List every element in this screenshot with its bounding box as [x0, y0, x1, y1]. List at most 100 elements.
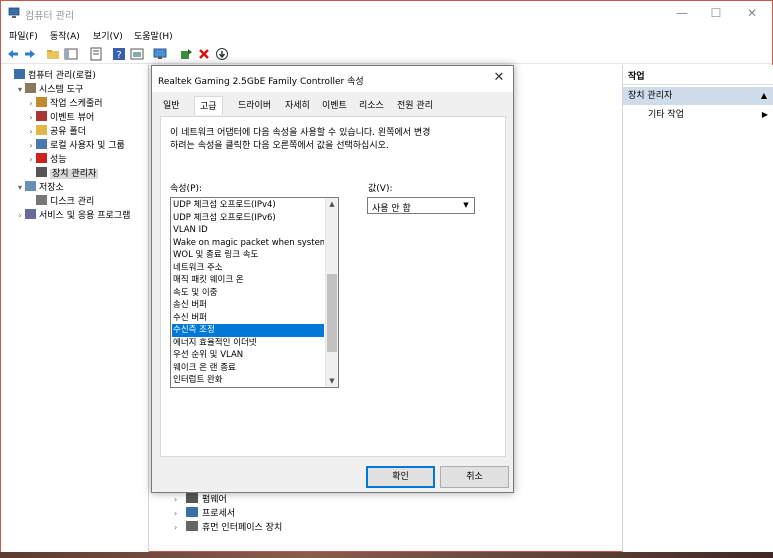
expand-down-icon[interactable]: ▾ [15, 181, 25, 194]
tree-item[interactable]: › 이벤트 뷰어 [26, 111, 94, 124]
property-list-item[interactable]: 우선 순위 및 VLAN [172, 349, 324, 362]
expand-right-icon[interactable]: › [26, 153, 36, 166]
tree-item-label: 이벤트 뷰어 [50, 113, 95, 123]
expand-right-icon[interactable]: › [26, 139, 36, 152]
advanced-description: 이 네트워크 어댑터에 다음 속성을 사용할 수 있습니다. 왼쪽에서 변경 하… [170, 127, 500, 153]
expand-right-icon[interactable]: › [15, 209, 25, 222]
tab-power-management[interactable]: 전원 관리 [392, 98, 438, 115]
property-list-item[interactable]: 매직 패킷 웨이크 온 [172, 274, 324, 287]
collapse-up-icon[interactable]: ▲ [761, 87, 767, 105]
value-dropdown[interactable]: 사용 안 함 ▼ [367, 197, 475, 214]
property-list-item[interactable]: VLAN ID [172, 224, 324, 237]
expand-right-icon[interactable]: › [174, 493, 186, 507]
tab-driver[interactable]: 드라이버 [233, 98, 276, 115]
storage-icon [25, 181, 36, 191]
tree-item[interactable]: ▾ 시스템 도구 [15, 83, 83, 96]
property-list-item[interactable]: WOL 및 종료 링크 속도 [172, 249, 324, 262]
expand-right-icon[interactable]: › [26, 125, 36, 138]
properties-dialog: Realtek Gaming 2.5GbE Family Controller … [151, 65, 514, 493]
tree-item[interactable]: › 성능 [26, 153, 67, 166]
property-list-item[interactable]: 속도 및 이중 [172, 287, 324, 300]
more-actions-item[interactable]: 기타 작업 ▶ [648, 107, 768, 123]
property-list-item[interactable]: UDP 체크섬 오프로드(IPv4) [172, 199, 324, 212]
submenu-arrow-icon: ▶ [761, 110, 768, 119]
tree-item-label: 로컬 사용자 및 그룹 [50, 141, 125, 151]
tree-item[interactable]: 디스크 관리 [26, 195, 94, 208]
computer-icon [14, 69, 25, 79]
actions-section-device-manager[interactable]: 장치 관리자 ▲ [623, 87, 773, 105]
property-list-item[interactable]: 웨이크 온 랜 종료 [172, 362, 324, 375]
expand-right-icon[interactable]: › [26, 111, 36, 124]
tree-item-label: 시스템 도구 [39, 85, 84, 95]
tree-item[interactable]: › 공유 폴더 [26, 125, 86, 138]
advanced-tab-panel: 이 네트워크 어댑터에 다음 속성을 사용할 수 있습니다. 왼쪽에서 변경 하… [160, 116, 506, 457]
property-list-item[interactable]: 송신 버퍼 [172, 299, 324, 312]
show-hide-tree-icon[interactable] [64, 47, 78, 61]
menu-help[interactable]: 도움말(H) [134, 29, 173, 42]
menu-bar: 파일(F) 동작(A) 보기(V) 도움말(H) [1, 27, 772, 43]
tree-item[interactable]: 장치 관리자 [26, 167, 99, 180]
tree-item[interactable]: ▾ 저장소 [15, 181, 64, 194]
device-category-row[interactable]: › 휴먼 인터페이스 장치 [174, 521, 282, 535]
device-category-label: 펌웨어 [202, 495, 227, 505]
event-icon [36, 111, 47, 121]
tree-item[interactable]: 컴퓨터 관리(로컬) [4, 69, 96, 82]
up-folder-icon[interactable] [46, 47, 60, 61]
tree-item-label: 디스크 관리 [50, 197, 95, 207]
expand-right-icon[interactable]: › [26, 97, 36, 110]
tree-item[interactable]: › 서비스 및 응용 프로그램 [15, 209, 130, 222]
actions-section-label: 장치 관리자 [628, 91, 673, 101]
properties-icon[interactable] [89, 47, 103, 61]
cancel-button[interactable]: 취소 [440, 466, 509, 488]
expand-right-icon[interactable]: › [174, 507, 186, 521]
menu-file[interactable]: 파일(F) [9, 29, 38, 42]
help-icon[interactable]: ? [112, 47, 126, 61]
property-list-item[interactable]: 네트워크 주소 [172, 262, 324, 275]
actions-pane: 작업 장치 관리자 ▲ 기타 작업 ▶ [622, 65, 773, 553]
tab-events[interactable]: 이벤트 [317, 98, 352, 115]
device-category-row[interactable]: › 펌웨어 [174, 493, 227, 507]
tree-item-label: 장치 관리자 [50, 169, 99, 179]
expand-down-icon[interactable]: ▾ [15, 83, 25, 96]
tree-item[interactable]: › 작업 스케줄러 [26, 97, 103, 110]
ok-button[interactable]: 확인 [366, 466, 435, 488]
property-list-item[interactable]: 수신측 조정 [172, 324, 324, 337]
value-dropdown-selected: 사용 안 함 [372, 204, 411, 214]
property-list-item[interactable]: Wake on magic packet when system [172, 237, 324, 250]
dialog-title-bar: Realtek Gaming 2.5GbE Family Controller … [152, 66, 513, 92]
tree-item-label: 저장소 [39, 183, 64, 193]
disk-icon [36, 195, 47, 205]
update-driver-icon[interactable] [179, 47, 193, 61]
tab-advanced[interactable]: 고급 [194, 96, 223, 115]
performance-icon [36, 153, 47, 163]
property-list-item[interactable]: 수신 버퍼 [172, 312, 324, 325]
monitor-icon[interactable] [153, 47, 167, 61]
forward-arrow-icon[interactable] [23, 47, 37, 61]
close-button[interactable]: ✕ [735, 1, 769, 25]
property-list-item[interactable]: 에너지 효율적인 이더넷 [172, 337, 324, 350]
tree-item[interactable]: › 로컬 사용자 및 그룹 [26, 139, 125, 152]
property-listbox[interactable]: UDP 체크섬 오프로드(IPv4) UDP 체크섬 오프로드(IPv6) VLAN… [170, 197, 339, 388]
minimize-button[interactable]: — [665, 1, 699, 25]
view-icon[interactable] [130, 47, 144, 61]
device-category-row[interactable]: › 프로세서 [174, 507, 235, 521]
maximize-button[interactable]: ☐ [699, 1, 733, 25]
chevron-down-icon[interactable]: ▼ [460, 199, 472, 212]
property-list-item[interactable]: UDP 체크섬 오프로드(IPv6) [172, 212, 324, 225]
dialog-close-icon[interactable]: ✕ [491, 70, 507, 86]
tab-details[interactable]: 자세히 [280, 98, 315, 115]
desktop-background [0, 552, 773, 558]
scrollbar-thumb[interactable] [327, 274, 337, 352]
menu-action[interactable]: 동작(A) [50, 29, 80, 42]
menu-view[interactable]: 보기(V) [93, 29, 123, 42]
uninstall-icon[interactable] [197, 47, 211, 61]
back-arrow-icon[interactable] [6, 47, 20, 61]
download-icon[interactable] [215, 47, 229, 61]
scroll-up-icon[interactable]: ▲ [326, 198, 338, 210]
scroll-down-icon[interactable]: ▼ [326, 375, 338, 387]
property-list-scrollbar[interactable]: ▲ ▼ [325, 198, 338, 387]
tab-resources[interactable]: 리소스 [354, 98, 389, 115]
property-list-item[interactable]: 인터럽트 완화 [172, 374, 324, 387]
expand-right-icon[interactable]: › [174, 521, 186, 535]
tab-general[interactable]: 일반 [158, 98, 185, 115]
